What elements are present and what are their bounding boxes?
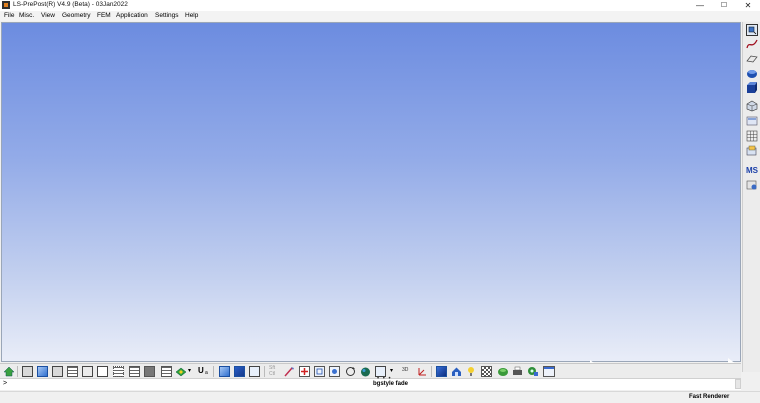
fit-view-icon[interactable] <box>329 366 340 377</box>
3d-label: 3D <box>402 367 409 373</box>
mesh-view-icon[interactable] <box>67 366 78 377</box>
iso-view-icon[interactable] <box>249 366 260 377</box>
command-status-text: bgstyle fade <box>373 381 409 387</box>
element-grid-icon[interactable] <box>161 366 172 377</box>
menu-application[interactable]: Application <box>116 12 148 19</box>
render-icon[interactable] <box>436 366 447 377</box>
settings-gear-icon[interactable] <box>527 366 538 377</box>
right-toolbar: MS <box>742 22 760 372</box>
menu-help[interactable]: Help <box>185 12 198 19</box>
dropdown-arrow-icon[interactable]: ▾ <box>188 366 194 377</box>
house-view-icon[interactable] <box>451 366 462 377</box>
edge-view-icon[interactable] <box>129 366 140 377</box>
shade-mode-icon[interactable] <box>22 366 33 377</box>
light-icon[interactable] <box>466 366 477 377</box>
toolbar-separator <box>213 366 214 377</box>
feature-line-icon[interactable] <box>113 366 124 377</box>
title-bar: LS-PrePost(R) V4.9 (Beta) - 03Jan2022 — … <box>0 0 760 11</box>
solid-mesh-icon[interactable] <box>144 366 155 377</box>
zoom-window-icon[interactable] <box>314 366 325 377</box>
right-toolbar-scroll-area <box>747 36 757 376</box>
menu-misc[interactable]: Misc. <box>19 12 34 19</box>
outline-view-icon[interactable] <box>97 366 108 377</box>
hidden-line-icon[interactable] <box>82 366 93 377</box>
axis-icon[interactable] <box>417 366 428 377</box>
globe-icon[interactable] <box>360 366 371 377</box>
window-icon[interactable] <box>543 366 555 377</box>
rotate-icon[interactable] <box>345 366 356 377</box>
toolbar-separator <box>431 366 432 377</box>
bottom-toolbar: ▾ U a Sft Ctl ▾ 3D <box>0 363 741 378</box>
menu-file[interactable]: File <box>4 12 14 19</box>
print-icon[interactable] <box>512 366 523 377</box>
status-bar: Fast Renderer <box>0 391 760 403</box>
app-logo-icon <box>2 1 10 9</box>
command-prompt: > <box>3 380 8 387</box>
wireframe-view-icon[interactable] <box>52 366 63 377</box>
command-scroll-handle[interactable] <box>735 379 741 389</box>
pick-icon[interactable] <box>283 366 294 377</box>
minimize-button[interactable]: — <box>688 0 712 11</box>
add-pick-icon[interactable] <box>299 366 310 377</box>
front-view-icon[interactable] <box>219 366 230 377</box>
toolbar-separator <box>17 366 18 377</box>
checker-icon[interactable] <box>481 366 492 377</box>
object-icon[interactable] <box>497 366 508 377</box>
home-icon[interactable] <box>3 366 15 377</box>
model-parts-icon[interactable] <box>746 24 758 36</box>
menu-geometry[interactable]: Geometry <box>62 12 91 19</box>
command-area[interactable]: > • • • bgstyle fade <box>0 376 741 390</box>
graphics-viewport[interactable] <box>1 22 741 362</box>
menu-bar: File Misc. View Geometry FEM Application… <box>0 11 760 21</box>
close-button[interactable]: ✕ <box>736 0 760 11</box>
renderer-label: Fast Renderer <box>689 394 730 400</box>
back-view-icon[interactable] <box>234 366 245 377</box>
ctl-label: Ctl <box>269 371 276 377</box>
toolbar-separator <box>264 366 265 377</box>
color-icon[interactable] <box>175 366 187 377</box>
menu-view[interactable]: View <box>41 12 55 19</box>
menu-settings[interactable]: Settings <box>155 12 179 19</box>
window-title: LS-PrePost(R) V4.9 (Beta) - 03Jan2022 <box>13 1 128 8</box>
maximize-button[interactable]: ☐ <box>712 0 736 11</box>
u-label[interactable]: U <box>198 366 205 377</box>
menu-fem[interactable]: FEM <box>97 12 111 19</box>
shaded-view-icon[interactable] <box>37 366 48 377</box>
